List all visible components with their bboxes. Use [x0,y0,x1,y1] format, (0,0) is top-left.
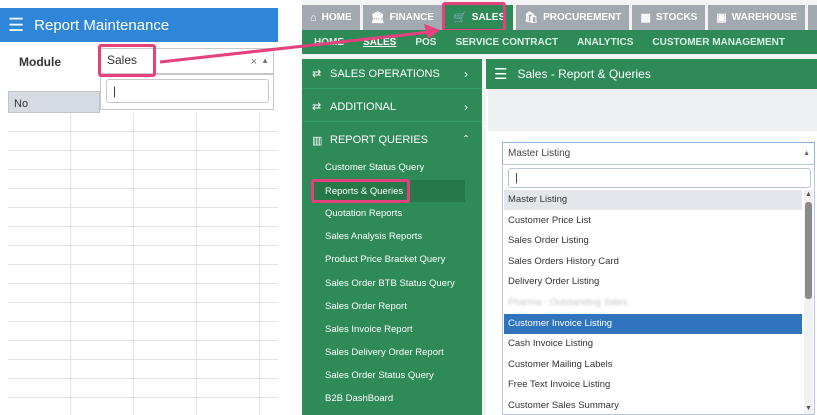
annotation-arrow [159,24,440,64]
